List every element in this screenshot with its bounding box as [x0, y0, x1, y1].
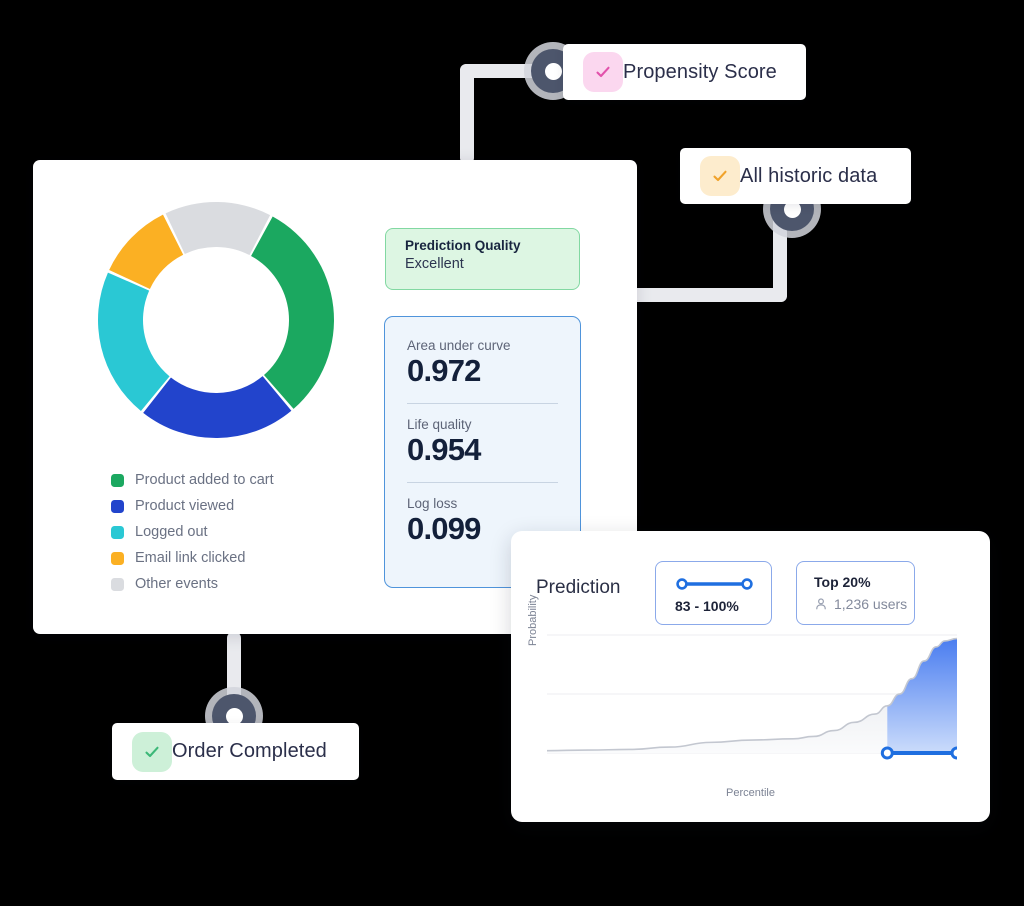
- range-slider-icon[interactable]: [676, 578, 753, 590]
- metric-auc-label: Area under curve: [407, 338, 511, 353]
- selection-handle-left[interactable]: [880, 746, 894, 760]
- check-icon: [596, 66, 610, 78]
- chip-label-order: Order Completed: [172, 740, 327, 762]
- connector-propensity-elbow: [460, 64, 474, 86]
- prediction-quality-title: Prediction Quality: [405, 238, 521, 253]
- prediction-card: Prediction 83 - 100% Top 20% 1,236 users…: [511, 531, 990, 822]
- prediction-range-value: 83 - 100%: [675, 598, 739, 614]
- event-breakdown-donut-chart[interactable]: [96, 200, 336, 440]
- chip-propensity-score[interactable]: Propensity Score: [563, 44, 806, 100]
- check-icon: [713, 170, 727, 182]
- legend-swatch: [111, 577, 124, 591]
- metric-divider: [407, 481, 558, 484]
- prediction-top-title: Top 20%: [814, 574, 871, 590]
- prediction-distribution-chart[interactable]: [547, 631, 957, 771]
- connector-historic-horizontal: [630, 288, 787, 302]
- donut-svg: [97, 202, 334, 438]
- metric-divider: [407, 402, 558, 405]
- metric-auc-value: 0.972: [407, 353, 481, 388]
- legend-item[interactable]: Email link clicked: [111, 545, 274, 571]
- chip-all-historic-data[interactable]: All historic data: [680, 148, 911, 204]
- legend-item[interactable]: Product viewed: [111, 493, 274, 519]
- prediction-top-users-label: 1,236 users: [834, 596, 908, 612]
- legend-label: Email link clicked: [135, 550, 246, 566]
- legend-swatch: [111, 525, 124, 539]
- prediction-quality-value: Excellent: [405, 256, 464, 272]
- legend-label: Product viewed: [135, 498, 235, 514]
- chip-order-completed[interactable]: Order Completed: [112, 723, 359, 780]
- legend-swatch: [111, 473, 124, 487]
- legend-swatch: [111, 551, 124, 565]
- selection-handle-right[interactable]: [950, 746, 957, 760]
- prediction-y-axis-label: Probability: [527, 594, 539, 646]
- legend-swatch: [111, 499, 124, 513]
- prediction-quality-badge: Prediction Quality Excellent: [385, 228, 580, 290]
- prediction-range-chip[interactable]: 83 - 100%: [655, 561, 772, 625]
- donut-segment[interactable]: [97, 272, 170, 412]
- legend-label: Product added to cart: [135, 472, 274, 488]
- connector-propensity-vertical: [460, 78, 474, 164]
- check-tile-pink: [583, 52, 623, 92]
- metric-life-quality-value: 0.954: [407, 432, 481, 468]
- metric-life-quality-label: Life quality: [407, 417, 472, 433]
- legend-item[interactable]: Other events: [111, 571, 274, 597]
- check-tile-amber: [700, 156, 740, 196]
- prediction-top-chip[interactable]: Top 20% 1,236 users: [796, 561, 915, 625]
- user-icon: [816, 598, 826, 610]
- legend-item[interactable]: Logged out: [111, 519, 274, 545]
- check-icon: [145, 746, 159, 757]
- legend-label: Other events: [135, 576, 219, 592]
- metric-life-quality: Life quality 0.954: [407, 417, 580, 468]
- prediction-x-axis-label: Percentile: [726, 787, 775, 799]
- prediction-card-title: Prediction: [536, 577, 621, 598]
- legend-item[interactable]: Product added to cart: [111, 467, 274, 493]
- metric-auc: Area under curve 0.972: [407, 338, 580, 389]
- chip-label-historic: All historic data: [740, 164, 878, 187]
- prediction-top-users: 1,236 users: [814, 596, 907, 612]
- canvas: Propensity Score All historic data Order…: [0, 0, 1024, 906]
- donut-legend: Product added to cart Product viewed Logge…: [111, 467, 274, 597]
- check-tile-green: [132, 731, 172, 772]
- donut-segment[interactable]: [143, 376, 292, 438]
- donut-segment[interactable]: [165, 202, 271, 256]
- chip-label-propensity: Propensity Score: [623, 60, 777, 83]
- legend-label: Logged out: [135, 524, 208, 540]
